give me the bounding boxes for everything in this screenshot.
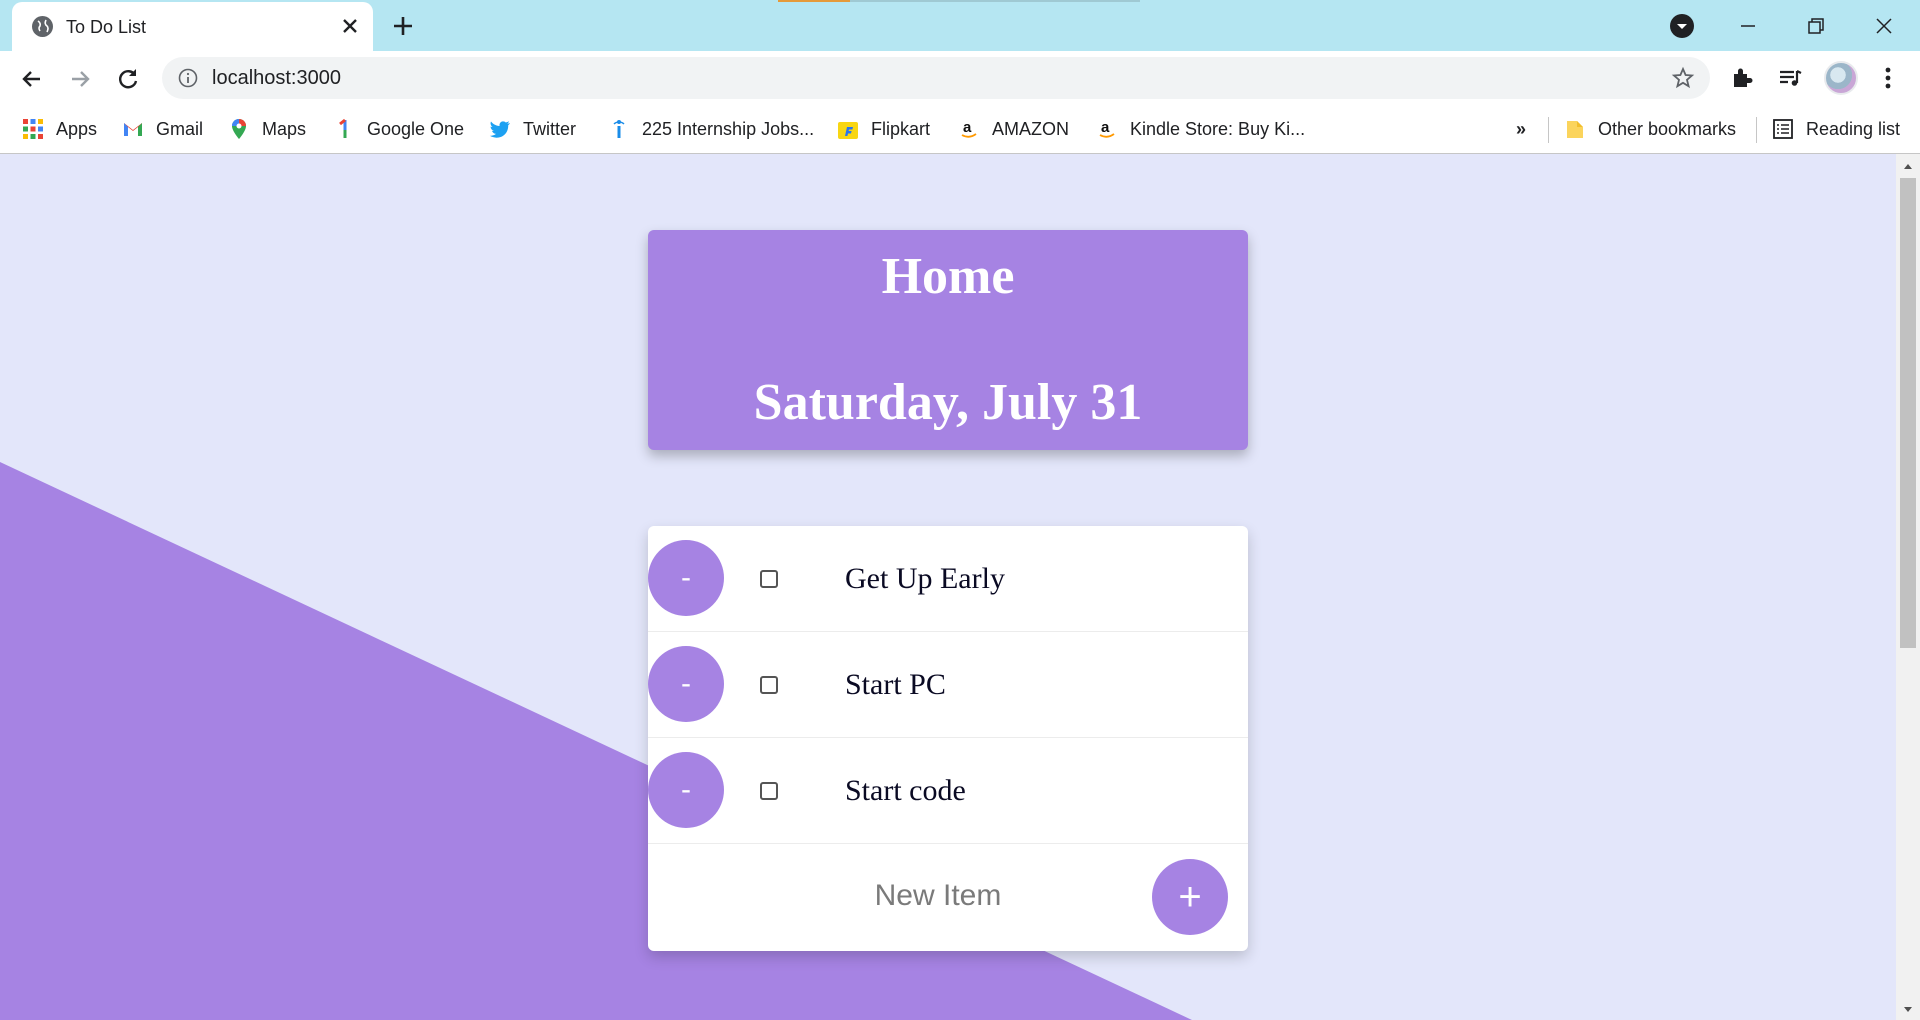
twitter-bird-icon (489, 118, 511, 140)
scroll-thumb[interactable] (1900, 178, 1916, 648)
tab-strip-accent (850, 0, 1140, 2)
amazon-icon: a (958, 118, 980, 140)
info-icon[interactable] (178, 68, 198, 88)
bookmark-amazon[interactable]: a AMAZON (958, 105, 1069, 153)
bookmark-flipkart[interactable]: Flipkart (837, 105, 930, 153)
bookmarks-divider (1548, 117, 1549, 143)
new-item-input[interactable] (788, 874, 1088, 918)
item-text: Get Up Early (845, 562, 1005, 595)
back-arrow-icon[interactable] (18, 65, 46, 93)
scroll-down-arrow-icon[interactable] (1902, 1002, 1914, 1014)
internshala-icon (608, 118, 630, 140)
list-heading-card: Home Saturday, July 31 (648, 230, 1248, 450)
bookmark-label: Kindle Store: Buy Ki... (1130, 118, 1306, 139)
todo-item: - Start code (648, 738, 1248, 844)
address-bar[interactable]: localhost:3000 (162, 57, 1710, 99)
media-control-icon[interactable] (1776, 64, 1804, 92)
reload-icon[interactable] (114, 65, 142, 93)
gmail-icon (122, 118, 144, 140)
google-one-icon (333, 118, 355, 140)
item-checkbox[interactable] (760, 782, 778, 800)
bookmark-label: Other bookmarks (1598, 118, 1737, 139)
scroll-up-arrow-icon[interactable] (1902, 160, 1914, 172)
bookmark-label: AMAZON (992, 118, 1070, 139)
delete-item-button[interactable]: - (648, 646, 724, 722)
bookmark-label: Maps (262, 118, 307, 139)
tab-strip: To Do List (0, 0, 1920, 51)
todo-item: - Get Up Early (648, 526, 1248, 632)
restore-icon[interactable] (1802, 12, 1830, 40)
maps-pin-icon (228, 118, 250, 140)
todo-item: - Start PC (648, 632, 1248, 738)
flipkart-icon (837, 118, 859, 140)
bookmark-label: Apps (56, 118, 98, 139)
page-viewport: Home Saturday, July 31 - Get Up Early - … (0, 154, 1896, 1020)
globe-icon (32, 16, 53, 37)
bookmark-kindle-store[interactable]: a Kindle Store: Buy Ki... (1096, 105, 1305, 153)
reading-list-button[interactable]: Reading list (1772, 105, 1900, 153)
window-close-icon[interactable] (1870, 12, 1898, 40)
bookmark-star-icon[interactable] (1671, 66, 1695, 90)
bookmark-gmail[interactable]: Gmail (122, 105, 203, 153)
minimize-icon[interactable] (1734, 12, 1762, 40)
bookmark-twitter[interactable]: Twitter (489, 105, 576, 153)
url-text: localhost:3000 (212, 67, 341, 89)
svg-text:a: a (1101, 119, 1110, 136)
profile-avatar[interactable] (1824, 61, 1858, 95)
reading-list-icon (1772, 118, 1794, 140)
bookmark-label: Gmail (156, 118, 204, 139)
extensions-puzzle-icon[interactable] (1728, 64, 1756, 92)
browser-toolbar: localhost:3000 (0, 51, 1920, 105)
item-text: Start code (845, 774, 966, 807)
list-title: Home (881, 248, 1015, 305)
item-text: Start PC (845, 668, 946, 701)
bookmark-label: Reading list (1806, 118, 1901, 139)
new-tab-plus-icon[interactable] (390, 13, 416, 39)
tab-search-icon[interactable] (1670, 14, 1694, 38)
overflow-chevron-icon: » (1516, 118, 1527, 139)
menu-kebab-icon[interactable] (1874, 64, 1902, 92)
apps-grid-icon (22, 118, 44, 140)
bookmark-label: Flipkart (871, 118, 931, 139)
delete-item-button[interactable]: - (648, 752, 724, 828)
new-item-form: + (648, 844, 1248, 951)
tab-title: To Do List (66, 17, 147, 37)
bookmarks-overflow-button[interactable]: » (1516, 105, 1526, 153)
bookmark-google-one[interactable]: Google One (333, 105, 464, 153)
close-tab-icon[interactable] (338, 14, 362, 38)
bookmarks-bar: Apps Gmail Maps Google One Twitter 225 I… (0, 105, 1920, 154)
svg-text:a: a (963, 119, 972, 136)
page-scrollbar[interactable] (1896, 154, 1920, 1020)
item-checkbox[interactable] (760, 676, 778, 694)
current-date: Saturday, July 31 (753, 374, 1143, 431)
add-item-button[interactable]: + (1152, 859, 1228, 935)
bookmark-label: Google One (367, 118, 465, 139)
todo-list-card: - Get Up Early - Start PC - Start code + (648, 526, 1248, 951)
delete-item-button[interactable]: - (648, 540, 724, 616)
tab-to-do-list[interactable]: To Do List (12, 2, 373, 51)
bookmark-internship[interactable]: 225 Internship Jobs... (608, 105, 814, 153)
bookmarks-divider (1756, 117, 1757, 143)
forward-arrow-icon[interactable] (66, 65, 94, 93)
bookmark-label: 225 Internship Jobs... (642, 118, 815, 139)
other-bookmarks-folder[interactable]: Other bookmarks (1564, 105, 1736, 153)
bookmark-maps[interactable]: Maps (228, 105, 306, 153)
bookmark-label: Twitter (523, 118, 577, 139)
bookmark-apps[interactable]: Apps (22, 105, 97, 153)
item-checkbox[interactable] (760, 570, 778, 588)
amazon-icon: a (1096, 118, 1118, 140)
tab-loading-accent (778, 0, 850, 2)
folder-icon (1564, 118, 1586, 140)
